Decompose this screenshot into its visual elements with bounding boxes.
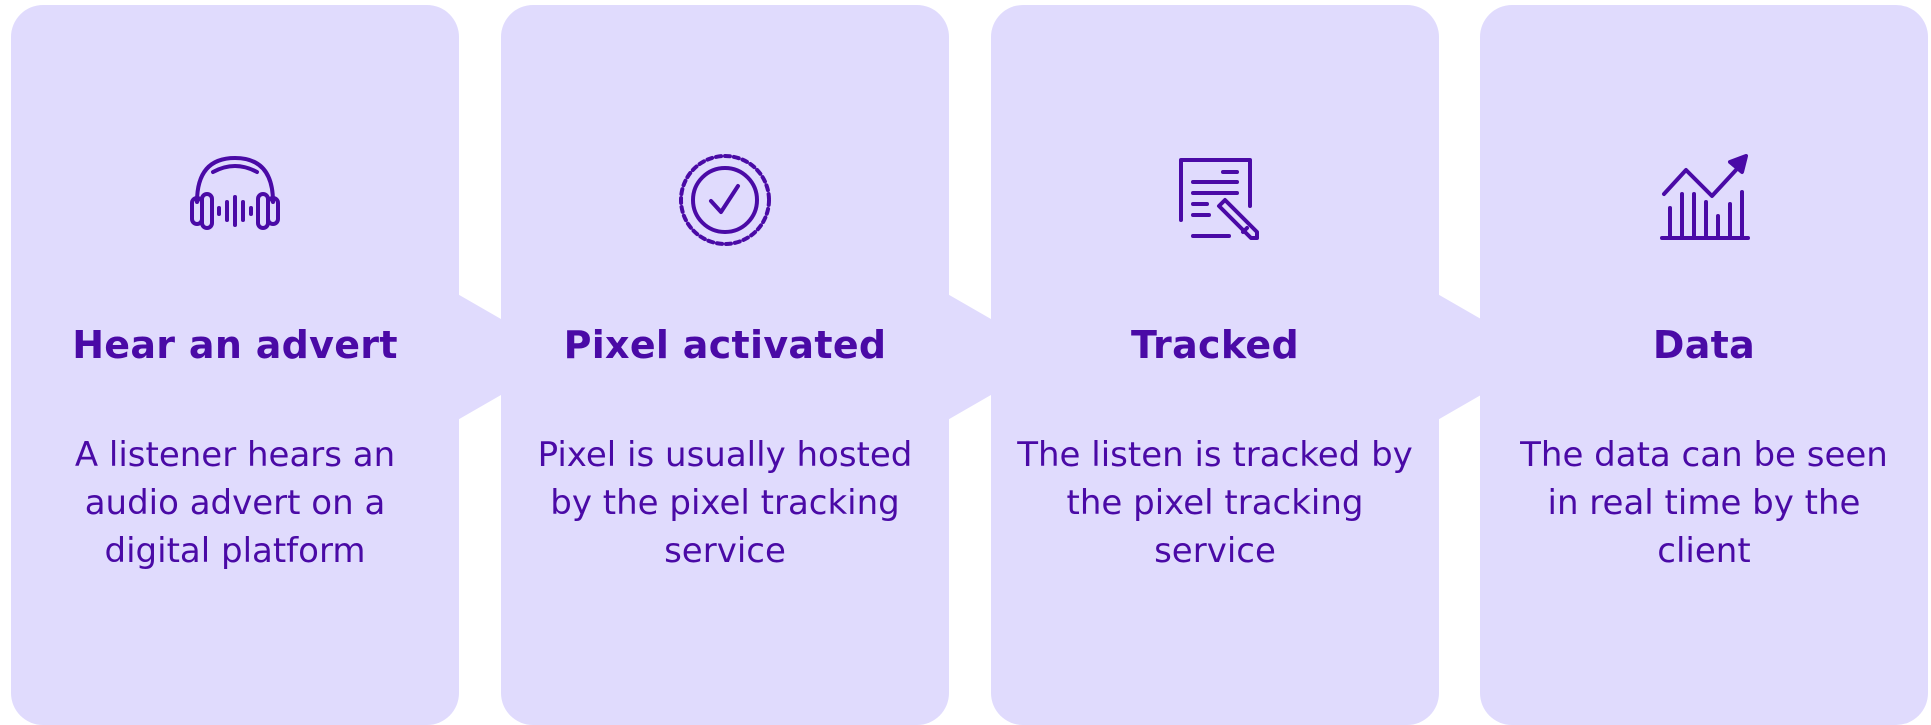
document-edit-icon bbox=[1179, 158, 1259, 240]
step-description: A listener hears an audio advert on a di… bbox=[74, 435, 396, 571]
step-description: Pixel is usually hosted by the pixel tra… bbox=[537, 435, 913, 571]
step-card-tracked: Tracked The listen is tracked by the pix… bbox=[991, 5, 1439, 725]
growth-chart-icon bbox=[1660, 154, 1750, 240]
step-title: Pixel activated bbox=[563, 323, 887, 367]
step-card-data: Data The data can be seen in real time b… bbox=[1480, 5, 1928, 725]
step-card-pixel-activated: Pixel activated Pixel is usually hosted … bbox=[501, 5, 949, 725]
step-title: Hear an advert bbox=[72, 323, 398, 367]
step-card-hear-advert: Hear an advert A listener hears an audio… bbox=[11, 5, 459, 725]
step-title: Data bbox=[1652, 323, 1756, 367]
step-description: The data can be seen in real time by the… bbox=[1520, 435, 1888, 571]
step-description: The listen is tracked by the pixel track… bbox=[1017, 435, 1413, 571]
verified-badge-icon bbox=[679, 154, 771, 246]
step-title: Tracked bbox=[1131, 323, 1299, 367]
headphones-icon bbox=[190, 156, 280, 230]
